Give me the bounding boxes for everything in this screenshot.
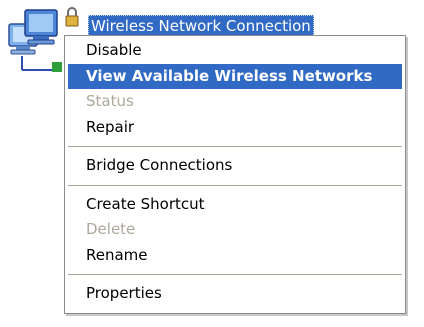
menu-separator: [68, 274, 402, 275]
context-menu: Disable View Available Wireless Networks…: [64, 35, 406, 314]
menu-item-bridge-connections[interactable]: Bridge Connections: [68, 153, 402, 179]
menu-item-rename[interactable]: Rename: [68, 243, 402, 269]
menu-item-repair[interactable]: Repair: [68, 115, 402, 141]
menu-separator: [68, 146, 402, 147]
menu-item-status: Status: [86, 92, 134, 110]
menu-item-delete: Delete: [86, 220, 136, 238]
menu-item-disable[interactable]: Disable: [68, 38, 402, 64]
menu-item-create-shortcut[interactable]: Create Shortcut: [68, 192, 402, 218]
menu-item-view-available-wireless-networks[interactable]: View Available Wireless Networks: [68, 63, 402, 89]
menu-item-properties[interactable]: Properties: [68, 281, 402, 307]
connection-name-label[interactable]: Wireless Network Connection: [88, 15, 314, 37]
menu-separator: [68, 184, 402, 186]
